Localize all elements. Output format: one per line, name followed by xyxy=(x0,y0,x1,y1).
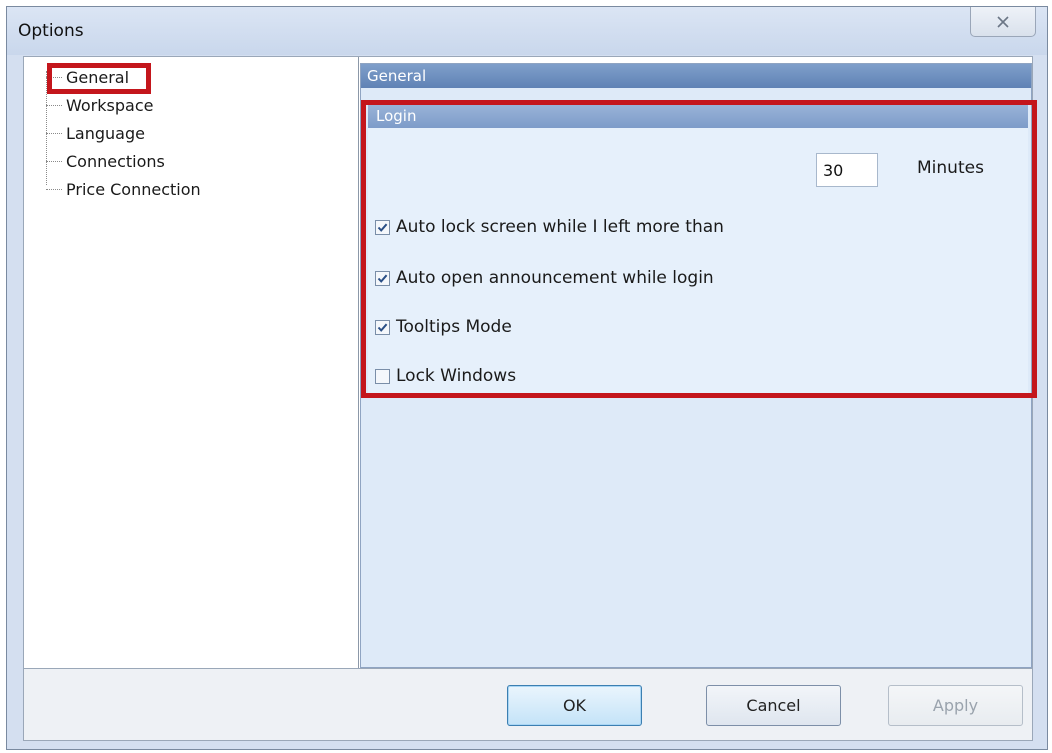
window-title: Options xyxy=(18,21,84,41)
tree-connector xyxy=(46,160,62,162)
lock-minutes-input[interactable] xyxy=(816,153,878,187)
close-button[interactable] xyxy=(970,7,1036,37)
options-nav-tree: General Workspace Language Connections P… xyxy=(24,57,359,668)
cancel-button[interactable]: Cancel xyxy=(706,685,841,726)
tooltips-mode-label: Tooltips Mode xyxy=(396,317,512,337)
pane-header: General xyxy=(361,64,1031,88)
selected-item-highlight xyxy=(47,63,151,94)
tree-item-connections[interactable]: Connections xyxy=(46,149,167,173)
dialog-footer: OK Cancel Apply xyxy=(23,669,1033,741)
ok-button[interactable]: OK xyxy=(507,685,642,726)
settings-pane: General Login Auto lock screen while I l… xyxy=(360,63,1037,668)
close-icon xyxy=(997,15,1009,28)
lock-windows-label: Lock Windows xyxy=(396,366,517,386)
tree-item-price-connection[interactable]: Price Connection xyxy=(46,177,203,201)
lock-windows-option[interactable]: Lock Windows xyxy=(375,364,516,388)
auto-lock-label: Auto lock screen while I left more than xyxy=(396,217,724,237)
checkmark-icon xyxy=(377,274,388,283)
apply-button[interactable]: Apply xyxy=(888,685,1023,726)
minutes-unit-label: Minutes xyxy=(917,158,984,178)
auto-open-announcement-checkbox[interactable] xyxy=(375,270,390,286)
tree-connector xyxy=(46,104,62,106)
tree-item-language[interactable]: Language xyxy=(46,121,147,145)
tree-connector xyxy=(46,132,62,134)
dialog-client-area: General Workspace Language Connections P… xyxy=(23,56,1037,669)
login-group-header: Login xyxy=(368,104,1028,128)
auto-lock-checkbox[interactable] xyxy=(375,219,390,235)
title-bar[interactable]: Options xyxy=(7,7,1047,55)
tree-item-label: Price Connection xyxy=(66,179,201,199)
tree-item-label: Connections xyxy=(66,151,165,171)
tooltips-mode-checkbox[interactable] xyxy=(375,319,390,335)
auto-open-announcement-option[interactable]: Auto open announcement while login xyxy=(375,266,714,290)
auto-lock-option[interactable]: Auto lock screen while I left more than xyxy=(375,215,724,239)
checkmark-icon xyxy=(377,323,388,332)
checkmark-icon xyxy=(377,223,388,232)
tree-item-workspace[interactable]: Workspace xyxy=(46,93,155,117)
options-dialog: Options General Workspace Language Conne… xyxy=(6,6,1048,750)
tree-connector xyxy=(46,188,62,190)
tree-item-label: Language xyxy=(66,123,145,143)
tooltips-mode-option[interactable]: Tooltips Mode xyxy=(375,315,512,339)
auto-open-announcement-label: Auto open announcement while login xyxy=(396,268,714,288)
lock-windows-checkbox[interactable] xyxy=(375,368,390,384)
tree-item-label: Workspace xyxy=(66,95,154,115)
